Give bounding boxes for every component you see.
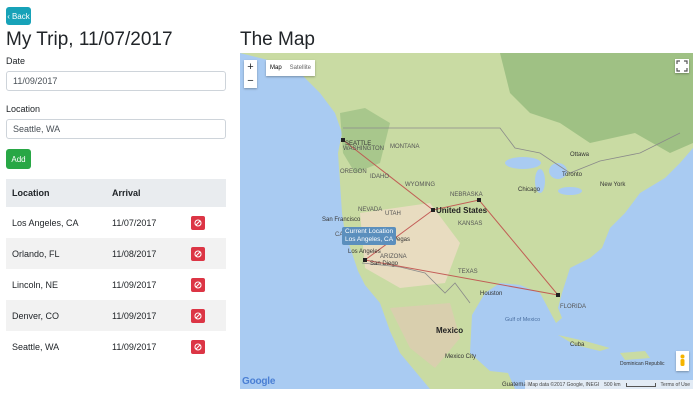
row-location: Denver, CO [12, 310, 60, 321]
terms-link[interactable]: Terms of Use [661, 382, 690, 388]
label-gulf: Gulf of Mexico [505, 317, 540, 323]
lake-superior [505, 157, 541, 169]
label-ottawa: Ottawa [570, 152, 590, 158]
marker-los-angeles [363, 258, 367, 262]
delete-button[interactable] [191, 308, 205, 323]
zoom-controls: + − [244, 60, 257, 88]
table-row: Seattle, WA 11/09/2017 [6, 331, 226, 362]
label-oregon: OREGON [340, 169, 367, 175]
label-united-states: United States [436, 206, 488, 215]
date-label: Date [6, 56, 26, 66]
location-label: Location [6, 104, 41, 114]
zoom-in-button[interactable]: + [244, 60, 257, 74]
label-mexico: Mexico [436, 326, 463, 335]
label-texas: TEXAS [458, 269, 478, 275]
table-row: Los Angeles, CA 11/07/2017 [6, 207, 226, 238]
back-button[interactable]: ‹ Back [6, 7, 31, 25]
delete-button[interactable] [191, 339, 205, 354]
row-location: Lincoln, NE [12, 279, 59, 290]
label-chicago: Chicago [518, 187, 541, 193]
map-title: The Map [240, 29, 315, 50]
map-scale: 500 km [604, 381, 621, 388]
ban-icon [194, 311, 202, 320]
row-arrival: 11/09/2017 [112, 310, 157, 321]
fullscreen-icon [676, 60, 688, 72]
table-header: Location Arrival [6, 179, 226, 207]
delete-button[interactable] [191, 277, 205, 292]
label-cuba: Cuba [570, 342, 585, 348]
marker-denver [431, 208, 435, 212]
add-button[interactable]: Add [6, 149, 31, 169]
date-input[interactable] [6, 71, 226, 91]
back-label: Back [11, 11, 30, 21]
label-arizona: ARIZONA [380, 254, 407, 260]
ban-icon [194, 218, 202, 227]
fullscreen-button[interactable] [675, 59, 689, 73]
label-houston: Houston [480, 291, 502, 297]
ban-icon [194, 342, 202, 351]
zoom-out-button[interactable]: − [244, 74, 257, 88]
label-dominican: Dominican Republic [620, 361, 665, 367]
location-column-header: Location [12, 188, 50, 198]
map-footer: Map data ©2017 Google, INEGI 500 km Term… [525, 380, 693, 389]
row-arrival: 11/08/2017 [112, 248, 157, 259]
map-type-satellite[interactable]: Satellite [286, 60, 315, 76]
label-san-francisco: San Francisco [322, 217, 361, 223]
google-logo-text: Google [242, 376, 276, 387]
map-type-control: Map Satellite [266, 60, 316, 76]
label-idaho: IDAHO [370, 174, 389, 180]
label-los-angeles: Los Angeles [348, 249, 381, 255]
label-new-york: New York [600, 182, 626, 188]
marker-orlando [556, 293, 560, 297]
label-kansas: KANSAS [458, 221, 482, 227]
map-attribution: Map data ©2017 Google, INEGI [528, 381, 600, 388]
lake-erie [558, 187, 582, 195]
label-nevada: NEVADA [358, 207, 382, 213]
scale-bar [625, 382, 656, 387]
location-input[interactable] [6, 119, 226, 139]
row-location: Seattle, WA [12, 341, 60, 352]
label-mexico-city: Mexico City [445, 354, 476, 360]
ban-icon [194, 249, 202, 258]
row-arrival: 11/09/2017 [112, 341, 157, 352]
table-row: Orlando, FL 11/08/2017 [6, 238, 226, 269]
arrival-column-header: Arrival [112, 188, 141, 198]
marker-lincoln [477, 198, 481, 202]
label-toronto: Toronto [562, 172, 583, 178]
label-wyoming: WYOMING [405, 182, 435, 188]
row-location: Orlando, FL [12, 248, 60, 259]
current-location-infowindow: Current Location Los Angeles, CA [342, 227, 397, 245]
pegman-icon [680, 354, 685, 366]
infowindow-location: Los Angeles, CA [345, 236, 394, 243]
trip-table: Location Arrival Los Angeles, CA 11/07/2… [6, 179, 226, 362]
label-nebraska: NEBRASKA [450, 192, 483, 198]
page-title: My Trip, 11/07/2017 [6, 29, 173, 50]
street-view-button[interactable] [676, 351, 689, 371]
label-florida: FLORIDA [560, 304, 586, 310]
infowindow-title: Current Location [345, 228, 394, 235]
label-montana: MONTANA [390, 144, 420, 150]
chevron-left-icon: ‹ [7, 11, 10, 21]
delete-button[interactable] [191, 246, 205, 261]
delete-button[interactable] [191, 215, 205, 230]
map-canvas[interactable]: WASHINGTON MONTANA OREGON IDAHO WYOMING … [240, 53, 693, 389]
table-row: Denver, CO 11/09/2017 [6, 300, 226, 331]
row-arrival: 11/07/2017 [112, 217, 157, 228]
google-logo: Google [242, 376, 275, 387]
label-san-diego: San Diego [370, 261, 399, 267]
map-view[interactable]: WASHINGTON MONTANA OREGON IDAHO WYOMING … [240, 53, 693, 389]
label-seattle: SEATTLE [345, 141, 371, 147]
hispaniola-island [620, 351, 650, 360]
label-utah: UTAH [385, 211, 401, 217]
row-location: Los Angeles, CA [12, 217, 79, 228]
ban-icon [194, 280, 202, 289]
map-type-map[interactable]: Map [266, 60, 286, 76]
row-arrival: 11/09/2017 [112, 279, 157, 290]
table-row: Lincoln, NE 11/09/2017 [6, 269, 226, 300]
